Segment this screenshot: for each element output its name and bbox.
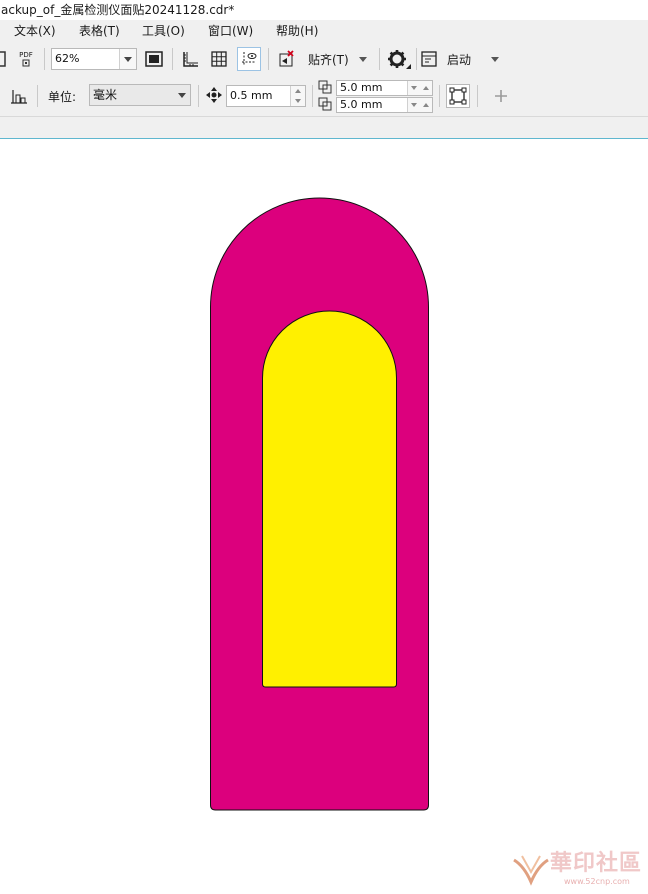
page-edge-icon[interactable] (0, 85, 4, 107)
separator (416, 48, 417, 70)
canvas-artwork (210, 197, 429, 811)
menu-help[interactable]: 帮助(H) (276, 20, 318, 42)
units-dropdown-button[interactable] (174, 85, 190, 105)
chevron-down-icon (359, 56, 367, 62)
spin-up-icon[interactable] (423, 86, 429, 90)
snap-off-button[interactable] (275, 48, 297, 70)
nudge-distance-input[interactable]: 0.5 mm (226, 85, 306, 107)
menu-bar: 文本(X) 表格(T) 工具(O) 窗口(W) 帮助(H) (0, 20, 648, 42)
drawing-canvas[interactable] (0, 139, 648, 890)
nudge-spinner[interactable] (290, 86, 305, 106)
duplicate-y-input[interactable]: 5.0 mm (336, 97, 433, 113)
separator (268, 48, 269, 70)
app-launcher-icon (421, 51, 437, 67)
window-title: ackup_of_金属检测仪面贴20241128.cdr* (1, 3, 235, 17)
page-edge-icon-graphic (0, 86, 4, 106)
show-grid-button[interactable] (208, 48, 230, 70)
treat-as-filled-button[interactable] (446, 84, 470, 108)
watermark-url: www.52cnp.com (563, 877, 630, 886)
duplicate-y-icon (318, 97, 334, 113)
units-value: 毫米 (93, 88, 118, 102)
menu-text[interactable]: 文本(X) (14, 20, 56, 42)
small-dropdown-icon (406, 64, 411, 69)
landscape-orientation-button[interactable] (8, 85, 30, 107)
show-rulers-button[interactable] (180, 48, 202, 70)
nudge-distance-icon (205, 86, 223, 104)
watermark: 華印社區 www.52cnp.com (512, 845, 642, 886)
inner-arch-shape[interactable] (262, 310, 397, 688)
separator (44, 48, 45, 70)
snap-to-menu[interactable]: 贴齐(T) (303, 48, 375, 70)
move-arrows-icon (206, 87, 222, 103)
spin-up-icon[interactable] (423, 103, 429, 107)
spin-down-icon[interactable] (295, 99, 301, 103)
application-launcher[interactable]: 启动 (421, 48, 505, 70)
duplicate-y-spinner[interactable] (407, 98, 432, 112)
separator (477, 85, 478, 107)
show-guidelines-button[interactable] (237, 47, 261, 71)
chevron-down-icon (178, 92, 186, 98)
duplicate-offset-x-icon (318, 80, 332, 94)
export-pdf-button[interactable]: PDF (15, 48, 37, 70)
duplicate-x-value: 5.0 mm (340, 81, 383, 94)
separator (37, 85, 38, 107)
grid-icon (211, 51, 227, 67)
add-toolbar-item-button[interactable] (490, 85, 512, 107)
duplicate-x-icon (318, 80, 334, 96)
duplicate-x-input[interactable]: 5.0 mm (336, 80, 433, 96)
separator (198, 85, 199, 107)
plus-icon (495, 90, 507, 102)
pdf-icon (22, 59, 30, 67)
snap-to-label: 贴齐(T) (308, 52, 349, 67)
separator (312, 85, 313, 107)
watermark-text: 華印社區 (549, 850, 642, 876)
zoom-dropdown-button[interactable] (119, 49, 136, 69)
units-select[interactable]: 毫米 (89, 84, 191, 106)
gear-icon (388, 50, 406, 68)
page-icon[interactable] (0, 51, 8, 67)
watermark-logo-icon (513, 855, 549, 886)
zoom-level-combo[interactable]: 62% (51, 48, 137, 70)
spin-down-icon[interactable] (411, 86, 417, 90)
ruler-strip (0, 117, 648, 139)
page-icon-graphic (0, 51, 6, 67)
zoom-level-value: 62% (55, 52, 80, 65)
separator (172, 48, 173, 70)
menu-table[interactable]: 表格(T) (79, 20, 120, 42)
chevron-down-icon (124, 56, 132, 62)
title-bar: ackup_of_金属检测仪面贴20241128.cdr* (0, 0, 648, 20)
standard-toolbar: PDF 62% 贴齐(T) 启动 (0, 42, 648, 76)
chevron-down-icon (491, 56, 499, 62)
separator (439, 85, 440, 107)
watermark-text-block: 華印社區 www.52cnp.com (550, 845, 642, 886)
units-label: 单位: (48, 90, 77, 104)
separator (379, 48, 380, 70)
duplicate-x-spinner[interactable] (407, 81, 432, 95)
full-screen-icon (145, 51, 163, 67)
landscape-icon (11, 90, 27, 104)
property-bar: 单位: 毫米 0.5 mm 5.0 mm 5.0 mm (0, 76, 648, 117)
full-screen-preview-button[interactable] (143, 48, 165, 70)
menu-tools[interactable]: 工具(O) (142, 20, 185, 42)
selection-frame-icon (449, 87, 467, 105)
duplicate-offset-y-icon (318, 97, 332, 111)
options-button[interactable] (385, 48, 411, 70)
launcher-label: 启动 (447, 52, 472, 67)
pdf-label: PDF (19, 51, 33, 59)
spin-up-icon[interactable] (295, 89, 301, 93)
menu-window[interactable]: 窗口(W) (208, 20, 253, 42)
guidelines-icon (242, 52, 257, 66)
nudge-distance-value: 0.5 mm (230, 89, 273, 102)
spin-down-icon[interactable] (411, 103, 417, 107)
duplicate-y-value: 5.0 mm (340, 98, 383, 111)
ruler-icon (183, 52, 198, 67)
snap-off-icon (279, 50, 294, 67)
